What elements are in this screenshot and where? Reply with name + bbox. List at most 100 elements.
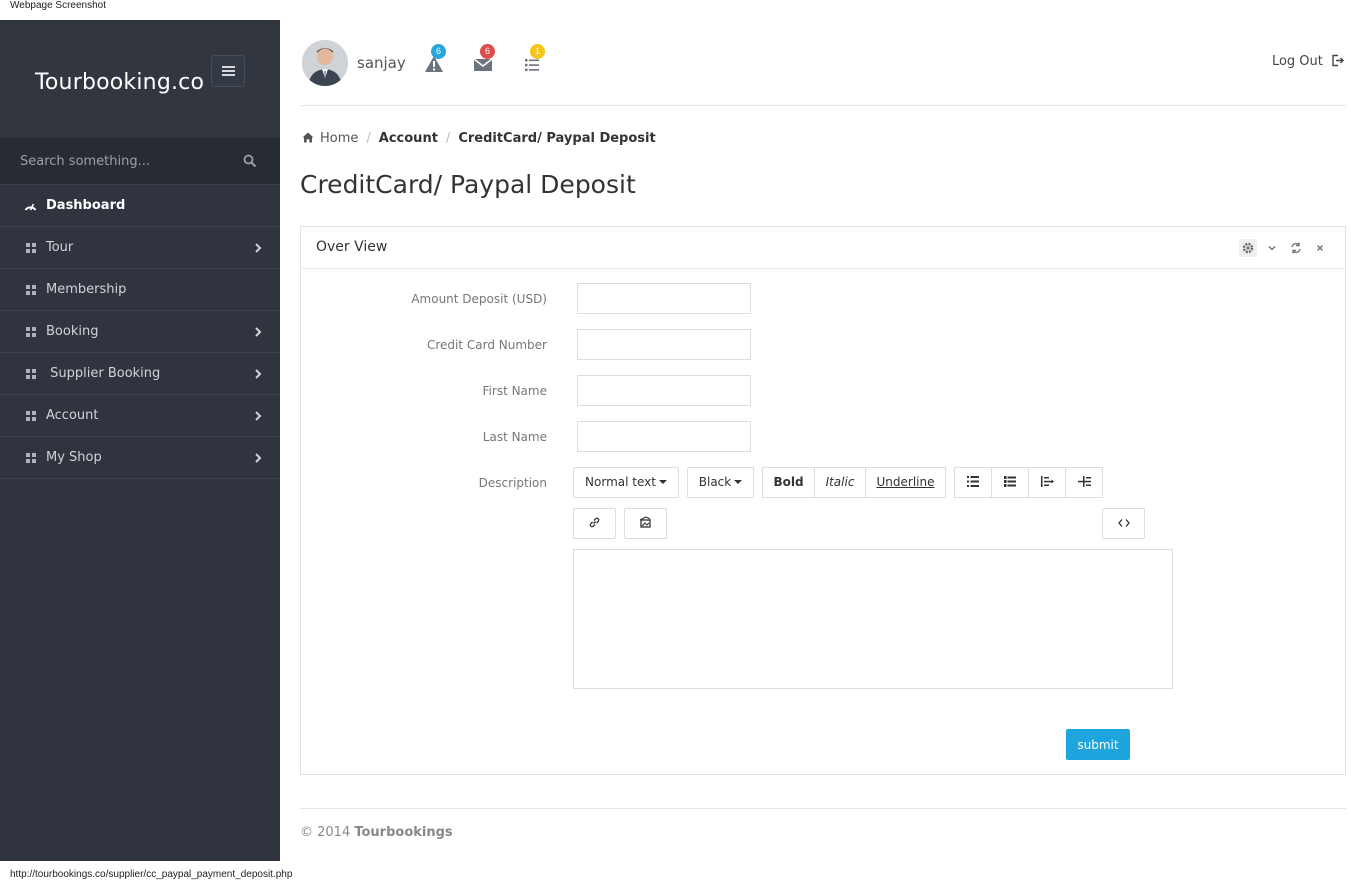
unordered-list-button[interactable] bbox=[954, 467, 992, 498]
close-icon bbox=[1316, 244, 1324, 252]
refresh-icon bbox=[1291, 242, 1301, 254]
html-source-button[interactable] bbox=[1102, 508, 1145, 539]
breadcrumb-current: CreditCard/ Paypal Deposit bbox=[458, 131, 656, 146]
grid-icon bbox=[26, 411, 36, 421]
gear-icon bbox=[1242, 242, 1254, 254]
sidebar-item-label: Dashboard bbox=[46, 198, 126, 213]
indent-icon bbox=[1077, 476, 1091, 487]
grid-icon bbox=[26, 453, 36, 463]
first-name-label: First Name bbox=[482, 384, 547, 398]
italic-button[interactable]: Italic bbox=[814, 467, 866, 498]
image-icon bbox=[639, 516, 651, 528]
sidebar-search bbox=[0, 138, 280, 185]
indent-button[interactable] bbox=[1065, 467, 1103, 498]
description-label: Description bbox=[478, 476, 547, 490]
sidebar-item-my-shop[interactable]: My Shop bbox=[0, 437, 280, 479]
panel-header: Over View bbox=[301, 227, 1345, 269]
logout-label: Log Out bbox=[1271, 54, 1323, 69]
chevron-right-icon bbox=[255, 327, 262, 337]
chevron-right-icon bbox=[255, 369, 262, 379]
username[interactable]: sanjay bbox=[357, 54, 406, 72]
panel-refresh-button[interactable] bbox=[1287, 239, 1305, 257]
grid-icon bbox=[26, 369, 36, 379]
underline-label: Underline bbox=[876, 475, 935, 489]
sidebar-item-booking[interactable]: Booking bbox=[0, 311, 280, 353]
hamburger-icon bbox=[222, 74, 235, 76]
grid-icon bbox=[26, 327, 36, 337]
text-style-dropdown[interactable]: Normal text bbox=[573, 467, 679, 498]
footer-company: Tourbookings bbox=[354, 825, 453, 840]
caret-down-icon bbox=[734, 480, 743, 484]
search-icon[interactable] bbox=[243, 154, 257, 168]
sidebar-item-label: Supplier Booking bbox=[46, 366, 161, 381]
search-input[interactable] bbox=[0, 138, 240, 185]
sidebar-item-label: Booking bbox=[46, 324, 99, 339]
first-name-input[interactable] bbox=[577, 375, 751, 406]
sidebar-item-label: Account bbox=[46, 408, 99, 423]
chevron-right-icon bbox=[255, 243, 262, 253]
last-name-label: Last Name bbox=[482, 430, 547, 444]
sidebar-item-account[interactable]: Account bbox=[0, 395, 280, 437]
underline-button[interactable]: Underline bbox=[865, 467, 946, 498]
bold-label: Bold bbox=[773, 475, 804, 489]
sidebar-item-membership[interactable]: Membership bbox=[0, 269, 280, 311]
card-number-input[interactable] bbox=[577, 329, 751, 360]
screenshot-caption: Webpage Screenshot bbox=[10, 0, 106, 11]
grid-icon bbox=[26, 285, 36, 295]
grid-icon bbox=[26, 243, 36, 253]
caret-down-icon bbox=[658, 480, 667, 484]
status-bar-url: http://tourbookings.co/supplier/cc_paypa… bbox=[10, 869, 293, 880]
breadcrumb-separator: / bbox=[366, 131, 371, 146]
messages-badge: 6 bbox=[480, 44, 495, 59]
sidebar-item-label: Tour bbox=[46, 240, 74, 255]
sidebar-item-supplier-booking[interactable]: Supplier Booking bbox=[0, 353, 280, 395]
brand-logo[interactable]: Tourbooking.co bbox=[35, 70, 204, 95]
ordered-list-button[interactable] bbox=[991, 467, 1029, 498]
bold-button[interactable]: Bold bbox=[762, 467, 815, 498]
italic-label: Italic bbox=[825, 475, 855, 489]
menu-toggle-button[interactable] bbox=[211, 55, 245, 87]
text-color-dropdown[interactable]: Black bbox=[687, 467, 754, 498]
breadcrumb: Home / Account / CreditCard/ Paypal Deposit bbox=[302, 131, 656, 146]
link-icon bbox=[589, 517, 600, 528]
breadcrumb-home[interactable]: Home bbox=[320, 131, 358, 146]
sign-out-icon bbox=[1332, 54, 1344, 67]
description-editor[interactable] bbox=[573, 549, 1173, 689]
alerts-button[interactable]: 6 bbox=[423, 44, 447, 76]
panel-collapse-button[interactable] bbox=[1263, 239, 1281, 257]
avatar[interactable] bbox=[302, 40, 348, 86]
panel-settings-button[interactable] bbox=[1239, 239, 1257, 257]
breadcrumb-separator: / bbox=[445, 131, 451, 146]
footer-divider bbox=[300, 808, 1346, 809]
footer-copyright: © 2014 bbox=[300, 825, 351, 840]
page-title: CreditCard/ Paypal Deposit bbox=[300, 170, 636, 199]
home-icon bbox=[302, 132, 314, 143]
footer: © 2014 Tourbookings bbox=[300, 825, 453, 840]
submit-button[interactable]: submit bbox=[1066, 729, 1130, 760]
chevron-down-icon bbox=[1268, 245, 1276, 251]
logout-link[interactable]: Log Out bbox=[1272, 54, 1344, 69]
panel-close-button[interactable] bbox=[1311, 239, 1329, 257]
card-number-label: Credit Card Number bbox=[427, 338, 547, 352]
text-color-value: Black bbox=[698, 475, 732, 489]
breadcrumb-account[interactable]: Account bbox=[379, 131, 438, 146]
amount-label: Amount Deposit (USD) bbox=[411, 292, 547, 306]
user-avatar-icon bbox=[302, 40, 348, 86]
sidebar-item-tour[interactable]: Tour bbox=[0, 227, 280, 269]
messages-button[interactable]: 6 bbox=[472, 44, 496, 76]
insert-image-button[interactable] bbox=[624, 508, 667, 539]
last-name-input[interactable] bbox=[577, 421, 751, 452]
amount-input[interactable] bbox=[577, 283, 751, 314]
outdent-button[interactable] bbox=[1028, 467, 1066, 498]
hamburger-icon bbox=[222, 70, 235, 72]
tasks-button[interactable]: 1 bbox=[522, 44, 546, 76]
panel-title: Over View bbox=[316, 239, 388, 255]
sidebar-item-label: My Shop bbox=[46, 450, 102, 465]
tasks-badge: 1 bbox=[530, 44, 545, 59]
code-icon bbox=[1117, 519, 1130, 527]
numbered-list-icon bbox=[1004, 476, 1016, 487]
sidebar-item-dashboard[interactable]: Dashboard bbox=[0, 185, 280, 227]
brand-bar: Tourbooking.co bbox=[0, 20, 280, 138]
insert-link-button[interactable] bbox=[573, 508, 616, 539]
outdent-icon bbox=[1040, 476, 1054, 487]
